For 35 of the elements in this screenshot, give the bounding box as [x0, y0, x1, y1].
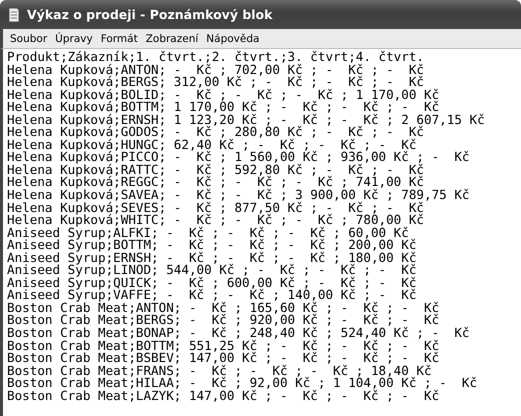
text-line: Helena Kupková;PICCO; - Kč ; 1 560,00 Kč ; 936,00 Kč ; - Kč	[7, 151, 470, 164]
text-line: Helena Kupková;BOLID; - Kč ; - Kč ; - Kč ; 1 170,00 Kč	[7, 88, 440, 102]
menu-item[interactable]: Soubor	[7, 32, 52, 44]
text-line: Helena Kupková;REGGC; - Kč ; - Kč ; - Kč ; 741,00 Kč	[7, 176, 424, 190]
menu-item[interactable]: Zobrazení	[142, 32, 204, 44]
text-line: Boston Crab Meat;BSBEV; 147,00 Kč ; - Kč ; - Kč ; - Kč	[7, 352, 440, 365]
text-line: Aniseed Syrup;ALFKI; - Kč ; - Kč ; - Kč ; 60,00 Kč	[7, 226, 409, 240]
text-line: Helena Kupková;GODOS; - Kč ; 280,80 Kč ; - Kč ; - Kč	[7, 126, 424, 139]
text-line: Boston Crab Meat;BOTTM; 551,25 Kč ; - Kč ; - Kč ; - Kč	[7, 340, 440, 352]
text-line: Boston Crab Meat;BERGS; - Kč ; 920,00 Kč ; - Kč ; - Kč	[7, 314, 440, 328]
text-line: Helena Kupková;BERGS; 312,00 Kč ; - Kč ; - Kč ; - Kč	[7, 76, 424, 89]
text-line: Aniseed Syrup;VAFFE; - Kč ; - Kč ; 140,00 Kč ; - Kč	[7, 289, 416, 302]
text-line: Boston Crab Meat;LAZYK; 147,00 Kč ; - Kč ; - Kč ; - Kč	[7, 390, 440, 402]
text-line: Helena Kupková;ERNSH; 1 123,20 Kč ; - Kč ; - Kč ; 2 607,15 Kč	[7, 114, 485, 126]
text-line: Helena Kupková;SEVES; - Kč ; 877,50 Kč ; - Kč ; - Kč	[7, 202, 424, 214]
window-title: Výkaz o prodeji - Poznámkový blok	[27, 7, 272, 22]
text-line: Helena Kupková;BOTTM; 1 170,00 Kč ; - Kč ; - Kč ; - Kč	[7, 101, 440, 114]
menu-item[interactable]: Nápověda	[203, 32, 264, 44]
text-line: Boston Crab Meat;HILAA; - Kč ; 92,00 Kč ; 1 104,00 Kč ; - Kč	[7, 377, 478, 390]
text-line: Aniseed Syrup;ERNSH; - Kč ; - Kč ; - Kč ; 180,00 Kč	[7, 252, 416, 264]
menu-item[interactable]: Úpravy	[52, 32, 98, 44]
notepad-icon	[7, 6, 21, 22]
text-line: Helena Kupková;SAVEA; - Kč ; - Kč ; 3 900,00 Kč ; 789,75 Kč	[7, 189, 470, 202]
text-line: Helena Kupková;ANTON; - Kč ; 702,00 Kč ; - Kč ; - Kč	[7, 64, 424, 76]
text-line: Helena Kupková;HUNGC; 62,40 Kč ; - Kč ; - Kč ; - Kč	[7, 138, 416, 152]
text-line: Aniseed Syrup;QUICK; - Kč ; 600,00 Kč ; - Kč ; - Kč	[7, 276, 416, 290]
text-line: Helena Kupková;WHITC; - Kč ; - Kč ; - Kč ; 780,00 Kč	[7, 214, 424, 227]
text-line: Boston Crab Meat;FRANS; - Kč ; - Kč ; - Kč ; 18,40 Kč	[7, 364, 432, 378]
menu-item[interactable]: Formát	[98, 32, 143, 44]
text-line: Boston Crab Meat;ANTON; - Kč ; 165,60 Kč ; - Kč ; - Kč	[7, 302, 440, 314]
text-line: Aniseed Syrup;BOTTM; - Kč ; - Kč ; - Kč ; 200,00 Kč	[7, 239, 416, 252]
text-line: Aniseed Syrup;LINOD; 544,00 Kč ; - Kč ; - Kč ; - Kč	[7, 264, 416, 277]
text-line: Boston Crab Meat;BONAP; - Kč ; 248,40 Kč ; 524,40 Kč ; - Kč	[7, 327, 470, 340]
text-line: Produkt;Zákazník;1. čtvrt.;2. čtvrt.;3. čtvrt;4. čtvrt.	[7, 51, 424, 64]
text-line: Helena Kupková;RATTC; - Kč ; 592,80 Kč ; - Kč ; - Kč	[7, 164, 424, 176]
